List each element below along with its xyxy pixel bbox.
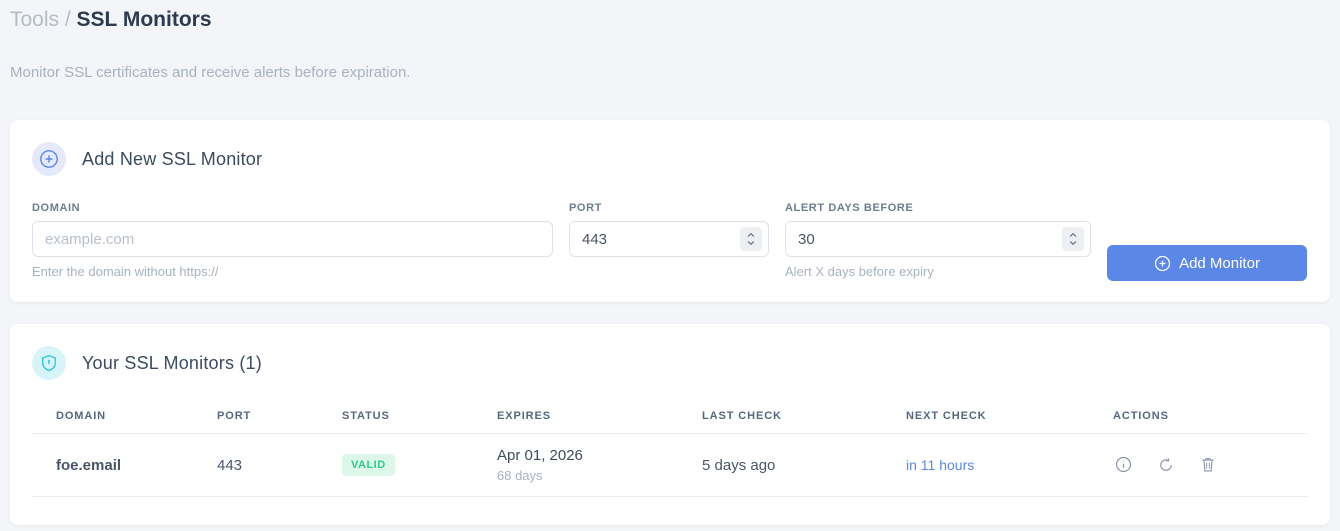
submit-column: Add Monitor bbox=[1107, 202, 1307, 281]
status-badge: VALID bbox=[342, 454, 395, 476]
table-header-row: DOMAIN PORT STATUS EXPIRES LAST CHECK NE… bbox=[32, 400, 1308, 434]
col-header-port: PORT bbox=[209, 400, 334, 434]
monitor-next-check[interactable]: in 11 hours bbox=[906, 457, 974, 473]
alert-days-helper: Alert X days before expiry bbox=[785, 264, 934, 279]
info-button[interactable] bbox=[1113, 454, 1134, 475]
page-title: SSL Monitors bbox=[76, 8, 212, 31]
alert-days-field-group: ALERT DAYS BEFORE Alert X days before ex… bbox=[785, 202, 1091, 279]
port-field-group: PORT bbox=[569, 202, 769, 257]
plus-circle-icon bbox=[32, 142, 66, 176]
alert-days-label: ALERT DAYS BEFORE bbox=[785, 202, 914, 214]
add-monitor-card: Add New SSL Monitor DOMAIN Enter the dom… bbox=[10, 120, 1330, 302]
domain-field-group: DOMAIN Enter the domain without https:// bbox=[32, 202, 553, 279]
add-monitor-header: Add New SSL Monitor bbox=[32, 142, 1308, 176]
port-stepper[interactable] bbox=[740, 227, 762, 251]
monitors-title: Your SSL Monitors (1) bbox=[82, 352, 262, 373]
add-monitor-title: Add New SSL Monitor bbox=[82, 148, 263, 169]
col-header-actions: ACTIONS bbox=[1105, 400, 1308, 434]
monitors-header: Your SSL Monitors (1) bbox=[32, 346, 1308, 380]
monitor-domain: foe.email bbox=[32, 433, 209, 497]
port-label: PORT bbox=[569, 202, 602, 214]
table-row: foe.email 443 VALID Apr 01, 2026 68 days… bbox=[32, 433, 1308, 497]
plus-circle-icon bbox=[1154, 255, 1171, 272]
refresh-button[interactable] bbox=[1156, 455, 1176, 475]
page-subtitle: Monitor SSL certificates and receive ale… bbox=[10, 64, 411, 81]
monitors-card: Your SSL Monitors (1) DOMAIN PORT STATUS… bbox=[10, 324, 1330, 525]
ssl-monitors-page: Tools / SSL Monitors Monitor SSL certifi… bbox=[0, 0, 1340, 525]
trash-icon bbox=[1200, 456, 1216, 473]
domain-helper: Enter the domain without https:// bbox=[32, 264, 219, 279]
port-input[interactable] bbox=[569, 221, 769, 257]
alert-days-stepper[interactable] bbox=[1062, 227, 1084, 251]
col-header-next-check: NEXT CHECK bbox=[898, 400, 1105, 434]
col-header-status: STATUS bbox=[334, 400, 489, 434]
delete-button[interactable] bbox=[1198, 454, 1218, 475]
monitor-actions bbox=[1105, 433, 1308, 497]
monitor-last-check: 5 days ago bbox=[694, 433, 898, 497]
col-header-expires: EXPIRES bbox=[489, 400, 694, 434]
add-monitor-button[interactable]: Add Monitor bbox=[1107, 245, 1307, 281]
breadcrumb: Tools / SSL Monitors bbox=[10, 8, 1330, 32]
expires-date: Apr 01, 2026 bbox=[497, 447, 583, 464]
monitor-expires-cell: Apr 01, 2026 68 days bbox=[489, 433, 694, 497]
domain-label: DOMAIN bbox=[32, 202, 81, 214]
alert-days-input[interactable] bbox=[785, 221, 1091, 257]
refresh-icon bbox=[1158, 457, 1174, 473]
info-icon bbox=[1115, 456, 1132, 473]
expires-days-remaining: 68 days bbox=[497, 468, 543, 483]
add-monitor-button-label: Add Monitor bbox=[1179, 254, 1260, 272]
shield-icon bbox=[32, 346, 66, 380]
monitor-status-cell: VALID bbox=[334, 433, 489, 497]
monitor-next-check-cell: in 11 hours bbox=[898, 433, 1105, 497]
breadcrumb-tools[interactable]: Tools / bbox=[10, 8, 71, 31]
monitors-table: DOMAIN PORT STATUS EXPIRES LAST CHECK NE… bbox=[32, 400, 1308, 497]
col-header-domain: DOMAIN bbox=[32, 400, 209, 434]
add-monitor-form: DOMAIN Enter the domain without https://… bbox=[32, 202, 1308, 281]
monitor-port: 443 bbox=[209, 433, 334, 497]
domain-input[interactable] bbox=[32, 221, 553, 257]
col-header-last-check: LAST CHECK bbox=[694, 400, 898, 434]
